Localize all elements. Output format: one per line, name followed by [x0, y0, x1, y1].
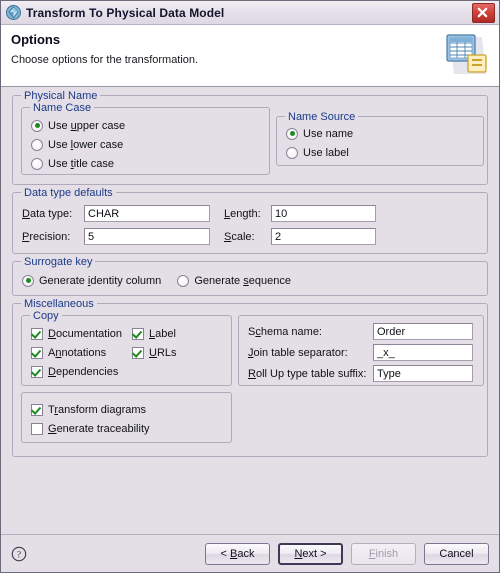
- cancel-button[interactable]: Cancel: [424, 542, 489, 565]
- checkbox-label: Generate traceability: [48, 422, 150, 435]
- options-form: Physical Name Name Case Use upper case U…: [1, 87, 499, 534]
- checkbox-label: Label: [149, 327, 176, 340]
- field-row-2: Precision: Scale:: [22, 228, 487, 245]
- group-naming-fields: Schema name: Join table separator: Roll …: [238, 315, 484, 386]
- group-name-case: Name Case Use upper case Use lower case …: [21, 102, 270, 175]
- radio-label: Use lower case: [48, 138, 124, 151]
- wizard-banner: Options Choose options for the transform…: [1, 25, 499, 87]
- radio-use-upper-case[interactable]: Use upper case: [31, 117, 269, 134]
- group-surrogate-key: Surrogate key Generate identity column G…: [12, 256, 488, 296]
- back-button[interactable]: < Back: [205, 542, 270, 565]
- roll-up-suffix-input[interactable]: [373, 365, 473, 382]
- checkbox-annotations[interactable]: Annotations: [31, 344, 132, 361]
- checkbox-label-option[interactable]: Label: [132, 325, 177, 342]
- checkbox-dependencies[interactable]: Dependencies: [31, 363, 132, 380]
- group-name-case-label: Name Case: [30, 102, 95, 114]
- schema-name-input[interactable]: [373, 323, 473, 340]
- radio-use-title-case[interactable]: Use title case: [31, 155, 269, 172]
- radio-indicator[interactable]: [31, 138, 43, 151]
- group-copy-label: Copy: [30, 310, 62, 322]
- checkbox-label: Documentation: [48, 327, 122, 340]
- radio-label: Use upper case: [48, 119, 126, 132]
- group-data-type-defaults: Data type defaults Data type: Length: Pr…: [12, 187, 488, 254]
- dialog-button-bar: ? < Back Next > Finish Cancel: [1, 534, 499, 572]
- radio-use-lower-case[interactable]: Use lower case: [31, 136, 269, 153]
- window-title: Transform To Physical Data Model: [26, 5, 225, 20]
- data-type-input[interactable]: [84, 205, 210, 222]
- group-copy: Copy Documentation Annotations Dependenc…: [21, 310, 232, 386]
- data-type-label: Data type:: [22, 207, 73, 220]
- checkbox-documentation[interactable]: Documentation: [31, 325, 132, 342]
- group-data-type-defaults-label: Data type defaults: [21, 187, 116, 199]
- radio-indicator[interactable]: [31, 119, 43, 132]
- group-transform: Transform diagrams Generate traceability: [21, 392, 232, 443]
- group-surrogate-key-label: Surrogate key: [21, 256, 96, 268]
- length-input[interactable]: [271, 205, 376, 222]
- radio-label: Use title case: [48, 157, 115, 170]
- checkbox-indicator[interactable]: [132, 327, 144, 340]
- precision-input[interactable]: [84, 228, 210, 245]
- group-physical-name-label: Physical Name: [21, 90, 101, 102]
- checkbox-label: Dependencies: [48, 365, 119, 378]
- next-button[interactable]: Next >: [278, 542, 343, 565]
- group-name-source: Name Source Use name Use label: [276, 111, 484, 166]
- finish-button: Finish: [351, 542, 416, 565]
- checkbox-indicator[interactable]: [31, 403, 43, 416]
- schema-name-row: Schema name:: [248, 323, 483, 340]
- radio-indicator[interactable]: [286, 146, 298, 159]
- group-miscellaneous-label: Miscellaneous: [21, 298, 97, 310]
- scale-label: Scale:: [224, 230, 255, 243]
- checkbox-indicator[interactable]: [31, 365, 43, 378]
- roll-up-suffix-row: Roll Up type table suffix:: [248, 365, 483, 382]
- precision-label: Precision:: [22, 230, 71, 243]
- schema-name-label: Schema name:: [248, 325, 322, 338]
- join-table-separator-row: Join table separator:: [248, 344, 483, 361]
- gem-icon: [6, 5, 21, 20]
- checkbox-urls[interactable]: URLs: [132, 344, 177, 361]
- radio-label: Generate identity column: [39, 274, 162, 287]
- checkbox-indicator[interactable]: [31, 327, 43, 340]
- checkbox-label: Annotations: [48, 346, 107, 359]
- length-label: Length:: [224, 207, 261, 220]
- title-bar: Transform To Physical Data Model: [1, 1, 499, 25]
- page-subtitle: Choose options for the transformation.: [11, 54, 199, 66]
- scale-input[interactable]: [271, 228, 376, 245]
- radio-indicator[interactable]: [31, 157, 43, 170]
- roll-up-suffix-label: Roll Up type table suffix:: [248, 367, 367, 380]
- checkbox-indicator[interactable]: [132, 346, 144, 359]
- radio-label: Use label: [303, 146, 349, 159]
- radio-label: Generate sequence: [194, 274, 291, 287]
- close-icon[interactable]: [472, 2, 495, 23]
- checkbox-indicator[interactable]: [31, 346, 43, 359]
- checkbox-label: Transform diagrams: [48, 403, 147, 416]
- radio-generate-sequence[interactable]: Generate sequence: [177, 272, 291, 289]
- svg-text:?: ?: [17, 550, 21, 560]
- join-table-separator-label: Join table separator:: [248, 346, 348, 359]
- radio-indicator[interactable]: [22, 274, 34, 287]
- checkbox-transform-diagrams[interactable]: Transform diagrams: [31, 401, 231, 418]
- join-table-separator-input[interactable]: [373, 344, 473, 361]
- radio-generate-identity-column[interactable]: Generate identity column: [22, 272, 161, 289]
- checkbox-indicator[interactable]: [31, 422, 43, 435]
- radio-indicator[interactable]: [286, 127, 298, 140]
- radio-use-label[interactable]: Use label: [286, 144, 483, 161]
- radio-indicator[interactable]: [177, 274, 190, 287]
- radio-use-name[interactable]: Use name: [286, 125, 483, 142]
- checkbox-generate-traceability[interactable]: Generate traceability: [31, 420, 231, 437]
- checkbox-label: URLs: [149, 346, 177, 359]
- group-miscellaneous: Miscellaneous Copy Documentation Annotat…: [12, 298, 488, 457]
- help-icon[interactable]: ?: [11, 546, 27, 562]
- dialog-window: Transform To Physical Data Model Options…: [0, 0, 500, 573]
- radio-label: Use name: [303, 127, 354, 140]
- page-title: Options: [11, 32, 61, 47]
- field-row-1: Data type: Length:: [22, 205, 487, 222]
- group-physical-name: Physical Name Name Case Use upper case U…: [12, 90, 488, 185]
- data-model-wizard-icon: [442, 33, 490, 78]
- group-name-source-label: Name Source: [285, 111, 359, 123]
